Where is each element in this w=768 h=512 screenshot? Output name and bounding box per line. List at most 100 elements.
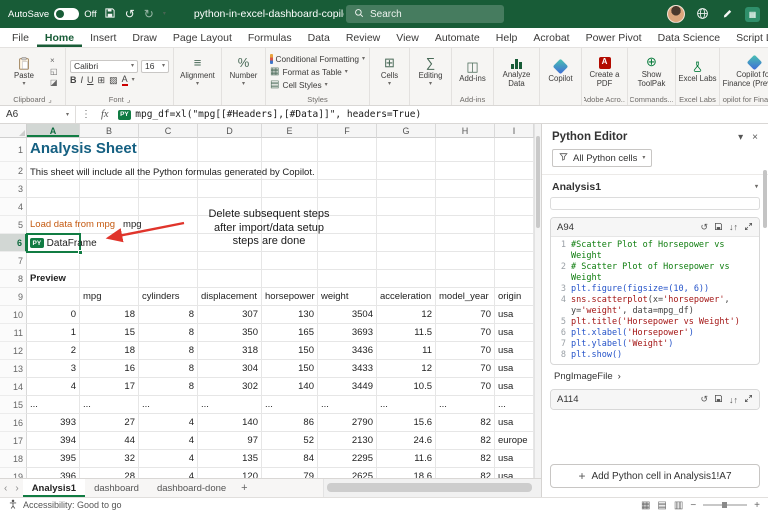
cell-C14[interactable]: 8 [139, 378, 198, 396]
ribbon-tab-review[interactable]: Review [338, 28, 388, 47]
cell-G17[interactable]: 24.6 [377, 432, 436, 450]
cell-G4[interactable] [377, 198, 436, 216]
cell-A18[interactable]: 395 [27, 450, 80, 468]
cell-H19[interactable]: 82 [436, 468, 495, 478]
cell-H13[interactable]: 70 [436, 360, 495, 378]
select-all-corner[interactable] [0, 124, 27, 138]
cell-G7[interactable] [377, 252, 436, 270]
row-header-4[interactable]: 4 [0, 198, 27, 216]
cell-D15[interactable]: ... [198, 396, 262, 414]
row-header-16[interactable]: 16 [0, 414, 27, 432]
cell-A13[interactable]: 3 [27, 360, 80, 378]
row-header-6[interactable]: 6 [0, 234, 27, 252]
row-header-1[interactable]: 1 [0, 138, 27, 162]
ribbon-tab-power-pivot[interactable]: Power Pivot [578, 28, 650, 47]
alignment-button[interactable]: ≡ Alignment ▾ [176, 55, 219, 89]
cell-H2[interactable] [436, 162, 495, 180]
cell-D19[interactable]: 120 [198, 468, 262, 478]
cell-D18[interactable]: 135 [198, 450, 262, 468]
cell-I5[interactable] [495, 216, 534, 234]
cell-B6[interactable] [80, 234, 139, 252]
row-header-11[interactable]: 11 [0, 324, 27, 342]
excel-labs-button[interactable]: Excel Labs [678, 58, 717, 85]
cell-H11[interactable]: 70 [436, 324, 495, 342]
cell-I9[interactable]: origin [495, 288, 534, 306]
sheet-nav-left-icon[interactable]: ‹ [0, 479, 11, 497]
grid-vertical-scrollbar[interactable] [534, 124, 541, 478]
row-header-13[interactable]: 13 [0, 360, 27, 378]
cell-G3[interactable] [377, 180, 436, 198]
cell-A6[interactable] [27, 234, 80, 252]
editing-button[interactable]: ∑ Editing ▾ [412, 55, 449, 89]
cell-F2[interactable] [318, 162, 377, 180]
formula-bar-menu-icon[interactable]: ⋮ [76, 109, 96, 120]
cell-A17[interactable]: 394 [27, 432, 80, 450]
cell-F7[interactable] [318, 252, 377, 270]
cell-F12[interactable]: 3436 [318, 342, 377, 360]
normal-view-icon[interactable]: ▦ [641, 500, 650, 511]
cell-output-row[interactable]: PngImageFile › [554, 371, 756, 382]
cell-E1[interactable] [262, 138, 318, 162]
ribbon-tab-insert[interactable]: Insert [82, 28, 124, 47]
python-cells-filter-dropdown[interactable]: All Python cells ▾ [552, 149, 652, 167]
cell-G8[interactable] [377, 270, 436, 288]
column-header-B[interactable]: B [80, 124, 139, 138]
zoom-in-icon[interactable]: + [754, 500, 760, 511]
cell-D17[interactable]: 97 [198, 432, 262, 450]
cell-H14[interactable]: 70 [436, 378, 495, 396]
cell-C8[interactable] [139, 270, 198, 288]
font-more-caret-icon[interactable]: ▾ [132, 77, 135, 83]
cell-C19[interactable]: 4 [139, 468, 198, 478]
cell-B5[interactable] [80, 216, 139, 234]
cell-I13[interactable]: usa [495, 360, 534, 378]
column-header-G[interactable]: G [377, 124, 436, 138]
cell-F15[interactable]: ... [318, 396, 377, 414]
cell-A10[interactable]: 0 [27, 306, 80, 324]
cell-C13[interactable]: 8 [139, 360, 198, 378]
row-header-14[interactable]: 14 [0, 378, 27, 396]
zoom-slider-knob[interactable] [722, 502, 727, 508]
cell-H10[interactable]: 70 [436, 306, 495, 324]
cell-I18[interactable]: usa [495, 450, 534, 468]
cell-G1[interactable] [377, 138, 436, 162]
row-header-18[interactable]: 18 [0, 450, 27, 468]
autosave-toggle[interactable] [54, 8, 79, 20]
cell-a94-header[interactable]: A94 ↺ ↓↑ [551, 218, 759, 237]
add-python-cell-button[interactable]: + Add Python cell in Analysis1!A7 [550, 464, 760, 488]
addins-button[interactable]: ◫ Add-ins [454, 58, 491, 85]
cell-D1[interactable] [198, 138, 262, 162]
cell-D16[interactable]: 140 [198, 414, 262, 432]
cell-I11[interactable]: usa [495, 324, 534, 342]
ribbon-tab-script-lab[interactable]: Script Lab [728, 28, 768, 47]
cell-a114-header[interactable]: A114 ↺ ↓↑ [551, 390, 759, 409]
row-header-17[interactable]: 17 [0, 432, 27, 450]
cell-A12[interactable]: 2 [27, 342, 80, 360]
ribbon-tab-view[interactable]: View [388, 28, 427, 47]
cell-C12[interactable]: 8 [139, 342, 198, 360]
cell-G13[interactable]: 12 [377, 360, 436, 378]
column-header-H[interactable]: H [436, 124, 495, 138]
cell-C11[interactable]: 8 [139, 324, 198, 342]
cell-G12[interactable]: 11 [377, 342, 436, 360]
cell-F8[interactable] [318, 270, 377, 288]
cell-H12[interactable]: 70 [436, 342, 495, 360]
cell-D13[interactable]: 304 [198, 360, 262, 378]
cell-I17[interactable]: europe [495, 432, 534, 450]
ribbon-tab-home[interactable]: Home [37, 28, 82, 47]
cell-G18[interactable]: 11.6 [377, 450, 436, 468]
row-header-10[interactable]: 10 [0, 306, 27, 324]
cell-C10[interactable]: 8 [139, 306, 198, 324]
cell-F11[interactable]: 3693 [318, 324, 377, 342]
cell-A1[interactable] [27, 138, 80, 162]
cell-E16[interactable]: 86 [262, 414, 318, 432]
zoom-out-icon[interactable]: − [690, 500, 696, 511]
cell-E12[interactable]: 150 [262, 342, 318, 360]
panel-close-icon[interactable]: × [752, 132, 758, 143]
cell-save-icon[interactable] [714, 222, 723, 233]
column-header-A[interactable]: A [27, 124, 80, 138]
undo-icon[interactable]: ↺ [123, 8, 137, 20]
cell-A16[interactable]: 393 [27, 414, 80, 432]
cell-A8[interactable]: Preview [27, 270, 80, 288]
cell-E11[interactable]: 165 [262, 324, 318, 342]
cell-H6[interactable] [436, 234, 495, 252]
